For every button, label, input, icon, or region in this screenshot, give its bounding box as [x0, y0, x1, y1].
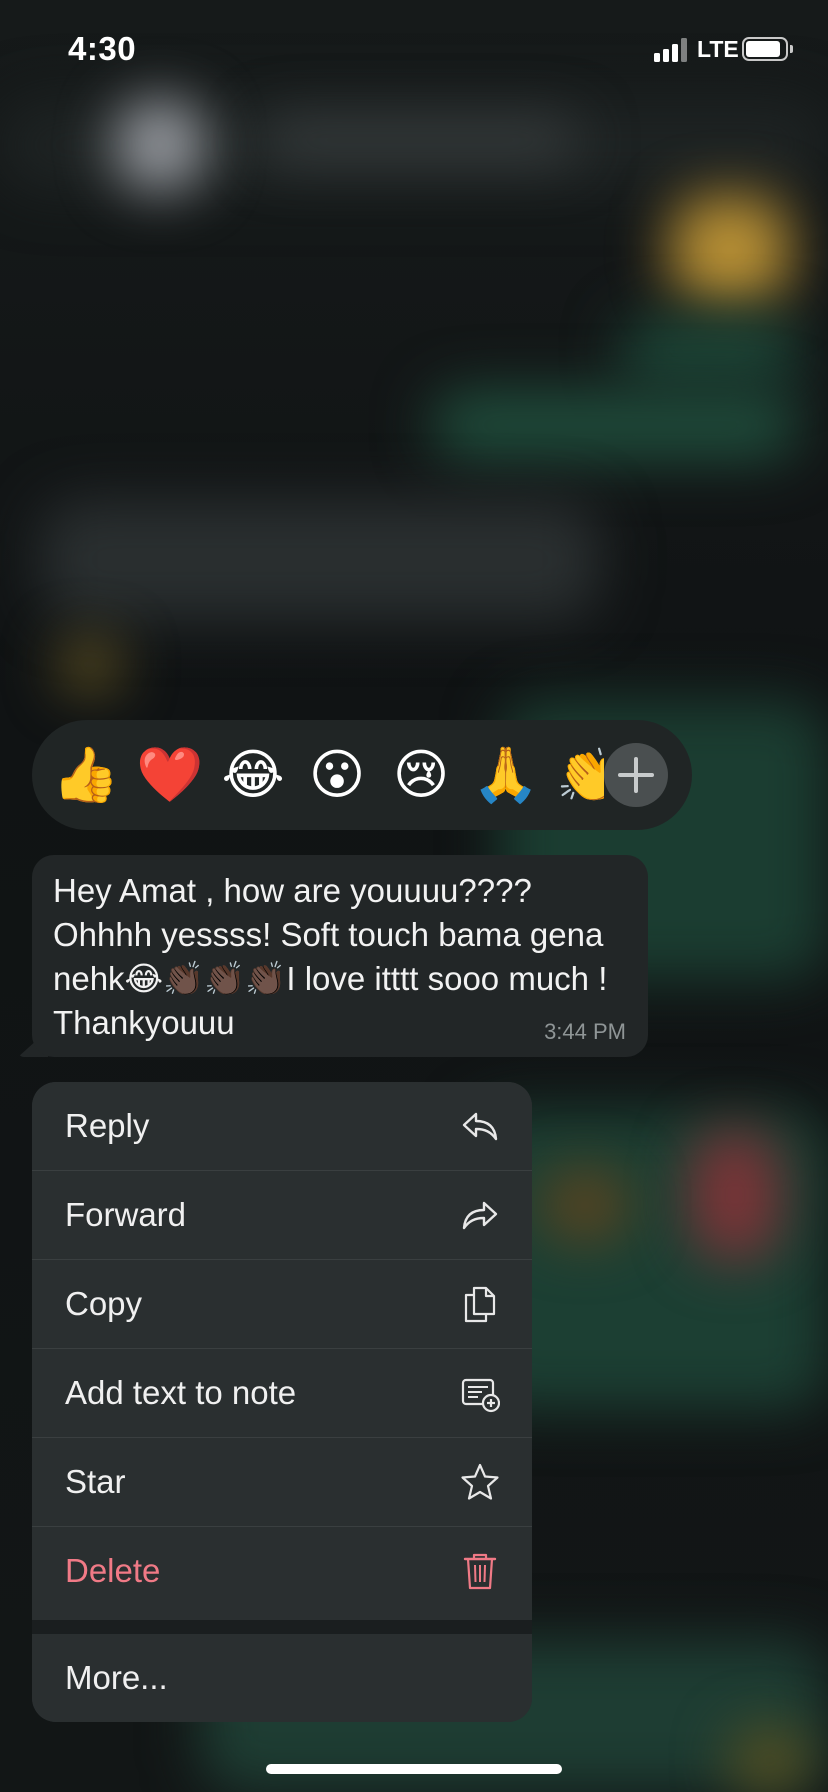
reaction-tears-of-joy[interactable]: 😂 [220, 742, 286, 808]
menu-item-reply[interactable]: Reply [32, 1082, 532, 1171]
blurred-avatar [115, 100, 205, 190]
home-indicator[interactable] [266, 1764, 562, 1774]
menu-item-label: Reply [65, 1107, 150, 1144]
reaction-crying-face[interactable]: 😢 [388, 742, 454, 808]
menu-divider [32, 1620, 532, 1634]
menu-item-label: More... [65, 1659, 168, 1696]
copy-icon [464, 1286, 496, 1323]
blurred-title [260, 120, 580, 160]
menu-item-delete[interactable]: Delete [32, 1527, 532, 1616]
add-note-icon [461, 1378, 500, 1413]
message-context-menu: Reply Forward Copy Add text to note Star… [32, 1082, 532, 1722]
menu-item-label: Forward [65, 1196, 187, 1233]
blurred-bubble [620, 320, 800, 380]
blurred-bubble [40, 500, 600, 620]
menu-item-label: Add text to note [65, 1374, 297, 1411]
blurred-sticker [690, 1130, 780, 1260]
battery-icon [742, 37, 793, 61]
menu-item-label: Star [65, 1463, 126, 1500]
reaction-folded-hands[interactable]: 🙏 [472, 742, 539, 808]
blurred-sticker [670, 195, 790, 305]
message-timestamp: 3:44 PM [544, 1019, 626, 1044]
blurred-emoji [60, 640, 120, 690]
cellular-signal-icon [654, 38, 688, 62]
reaction-red-heart[interactable]: ❤️ [136, 742, 203, 808]
network-type: LTE [697, 36, 739, 62]
add-reaction-plus-icon[interactable] [604, 743, 668, 807]
status-time: 4:30 [68, 30, 137, 67]
blurred-emoji [540, 1170, 630, 1240]
reaction-bar: 👍 ❤️ 😂 😮 😢 🙏 👏 [32, 720, 692, 830]
menu-item-add-text-to-note[interactable]: Add text to note [32, 1349, 532, 1438]
reaction-thumbs-up[interactable]: 👍 [52, 742, 119, 808]
menu-item-label: Delete [65, 1552, 161, 1589]
reaction-open-mouth[interactable]: 😮 [304, 742, 370, 808]
forward-icon [462, 1201, 498, 1230]
menu-item-forward[interactable]: Forward [32, 1171, 532, 1260]
status-bar: 4:30 LTE [0, 0, 828, 100]
menu-item-more[interactable]: More... [32, 1634, 532, 1722]
message-bubble[interactable]: Hey Amat , how are youuuu???? Ohhhh yess… [32, 855, 648, 1057]
star-icon [461, 1463, 499, 1500]
menu-item-star[interactable]: Star [32, 1438, 532, 1527]
menu-item-copy[interactable]: Copy [32, 1260, 532, 1349]
blurred-bubble [430, 390, 800, 460]
reply-icon [462, 1112, 498, 1141]
trash-icon [463, 1553, 497, 1590]
menu-item-label: Copy [65, 1285, 143, 1322]
blurred-emoji [730, 1730, 810, 1790]
reaction-clapping-hands[interactable]: 👏 [556, 742, 604, 808]
battery-fill [746, 41, 780, 57]
